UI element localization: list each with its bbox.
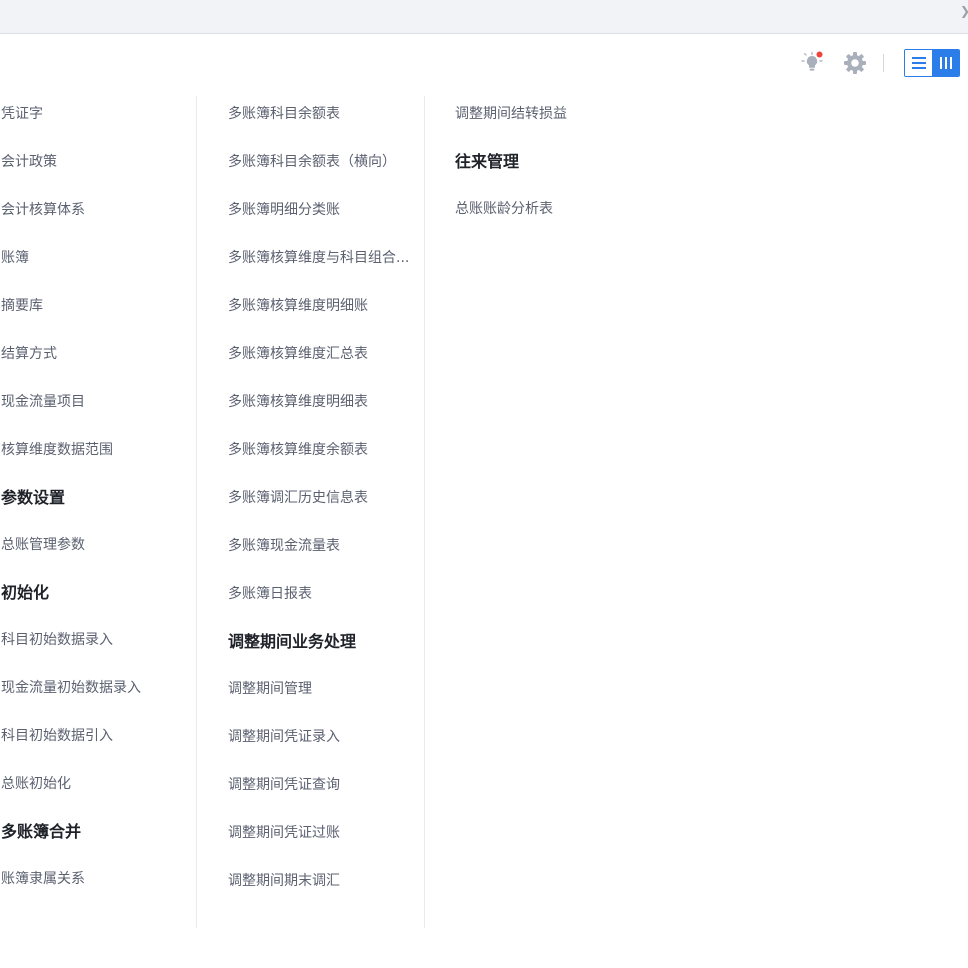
gear-icon[interactable]	[841, 49, 869, 77]
menu-item[interactable]: 多账簿科目余额表（横向）	[228, 152, 396, 172]
toolbar-divider	[883, 54, 884, 72]
menu-item[interactable]: 多账簿日报表	[228, 584, 312, 604]
menu-item[interactable]: 多账簿科目余额表	[228, 104, 340, 124]
section-heading: 调整期间业务处理	[228, 632, 357, 651]
menu-item[interactable]: 多账簿明细分类账	[228, 200, 340, 220]
view-toggle	[904, 49, 960, 77]
menu-columns: 凭证字会计政策会计核算体系 账簿摘要库结算方式现金流量项目核算维度数据范围 参数设置…	[0, 96, 968, 928]
menu-item[interactable]: 核算维度数据范围	[1, 440, 113, 460]
section-heading: 往来管理	[455, 152, 520, 171]
menu-item[interactable]: 总账账龄分析表	[455, 199, 553, 219]
menu-item[interactable]: 多账簿核算维度汇总表	[228, 344, 368, 364]
menu-column-2: 多账簿科目余额表多账簿科目余额表（横向） 多账簿明细分类账多账簿核算维度与科目组合…	[197, 96, 425, 928]
lightbulb-icon[interactable]	[799, 49, 827, 77]
section-heading: 初始化	[1, 583, 50, 602]
menu-item[interactable]: 账簿	[1, 248, 29, 268]
menu-item[interactable]: 多账簿核算维度明细账	[228, 296, 368, 316]
menu-item[interactable]: 调整期间凭证过账	[228, 823, 340, 843]
section-heading: 参数设置	[1, 488, 66, 507]
menu-item[interactable]: 多账簿核算维度明细表	[228, 392, 368, 412]
menu-item[interactable]: 会计政策	[1, 152, 57, 172]
menu-item[interactable]: 调整期间结转损益	[455, 104, 567, 124]
toolbar	[799, 48, 960, 78]
menu-column-3: 调整期间结转损益 往来管理总账账龄分析表	[425, 96, 725, 928]
menu-item[interactable]: 摘要库	[1, 296, 43, 316]
menu-column-1: 凭证字会计政策会计核算体系 账簿摘要库结算方式现金流量项目核算维度数据范围 参数设置…	[0, 96, 197, 928]
column-view-icon[interactable]	[932, 50, 959, 76]
menu-item[interactable]: 多账簿调汇历史信息表	[228, 488, 368, 508]
list-view-icon[interactable]	[905, 50, 932, 76]
menu-item[interactable]: 调整期间管理	[228, 679, 312, 699]
menu-item[interactable]: 会计核算体系	[1, 200, 85, 220]
menu-item[interactable]: 科目初始数据引入	[1, 726, 113, 746]
menu-item[interactable]: 调整期间期末调汇	[228, 871, 340, 891]
menu-item[interactable]: 账簿隶属关系	[1, 869, 85, 889]
menu-item[interactable]: 结算方式	[1, 344, 57, 364]
menu-item[interactable]: 现金流量项目	[1, 392, 85, 412]
top-bar: ❯	[0, 0, 968, 34]
menu-item[interactable]: 多账簿核算维度余额表	[228, 440, 368, 460]
menu-item[interactable]: 多账簿核算维度与科目组合...	[228, 248, 409, 268]
menu-item[interactable]: 凭证字	[1, 104, 43, 124]
menu-item[interactable]: 科目初始数据录入	[1, 630, 113, 650]
section-heading: 多账簿合并	[1, 822, 82, 841]
menu-item[interactable]: 多账簿现金流量表	[228, 536, 340, 556]
chevron-icon[interactable]: ❯	[960, 4, 968, 18]
menu-item[interactable]: 总账初始化	[1, 774, 71, 794]
menu-item[interactable]: 总账管理参数	[1, 535, 85, 555]
menu-item[interactable]: 现金流量初始数据录入	[1, 678, 141, 698]
menu-item[interactable]: 调整期间凭证录入	[228, 727, 340, 747]
menu-item[interactable]: 调整期间凭证查询	[228, 775, 340, 795]
